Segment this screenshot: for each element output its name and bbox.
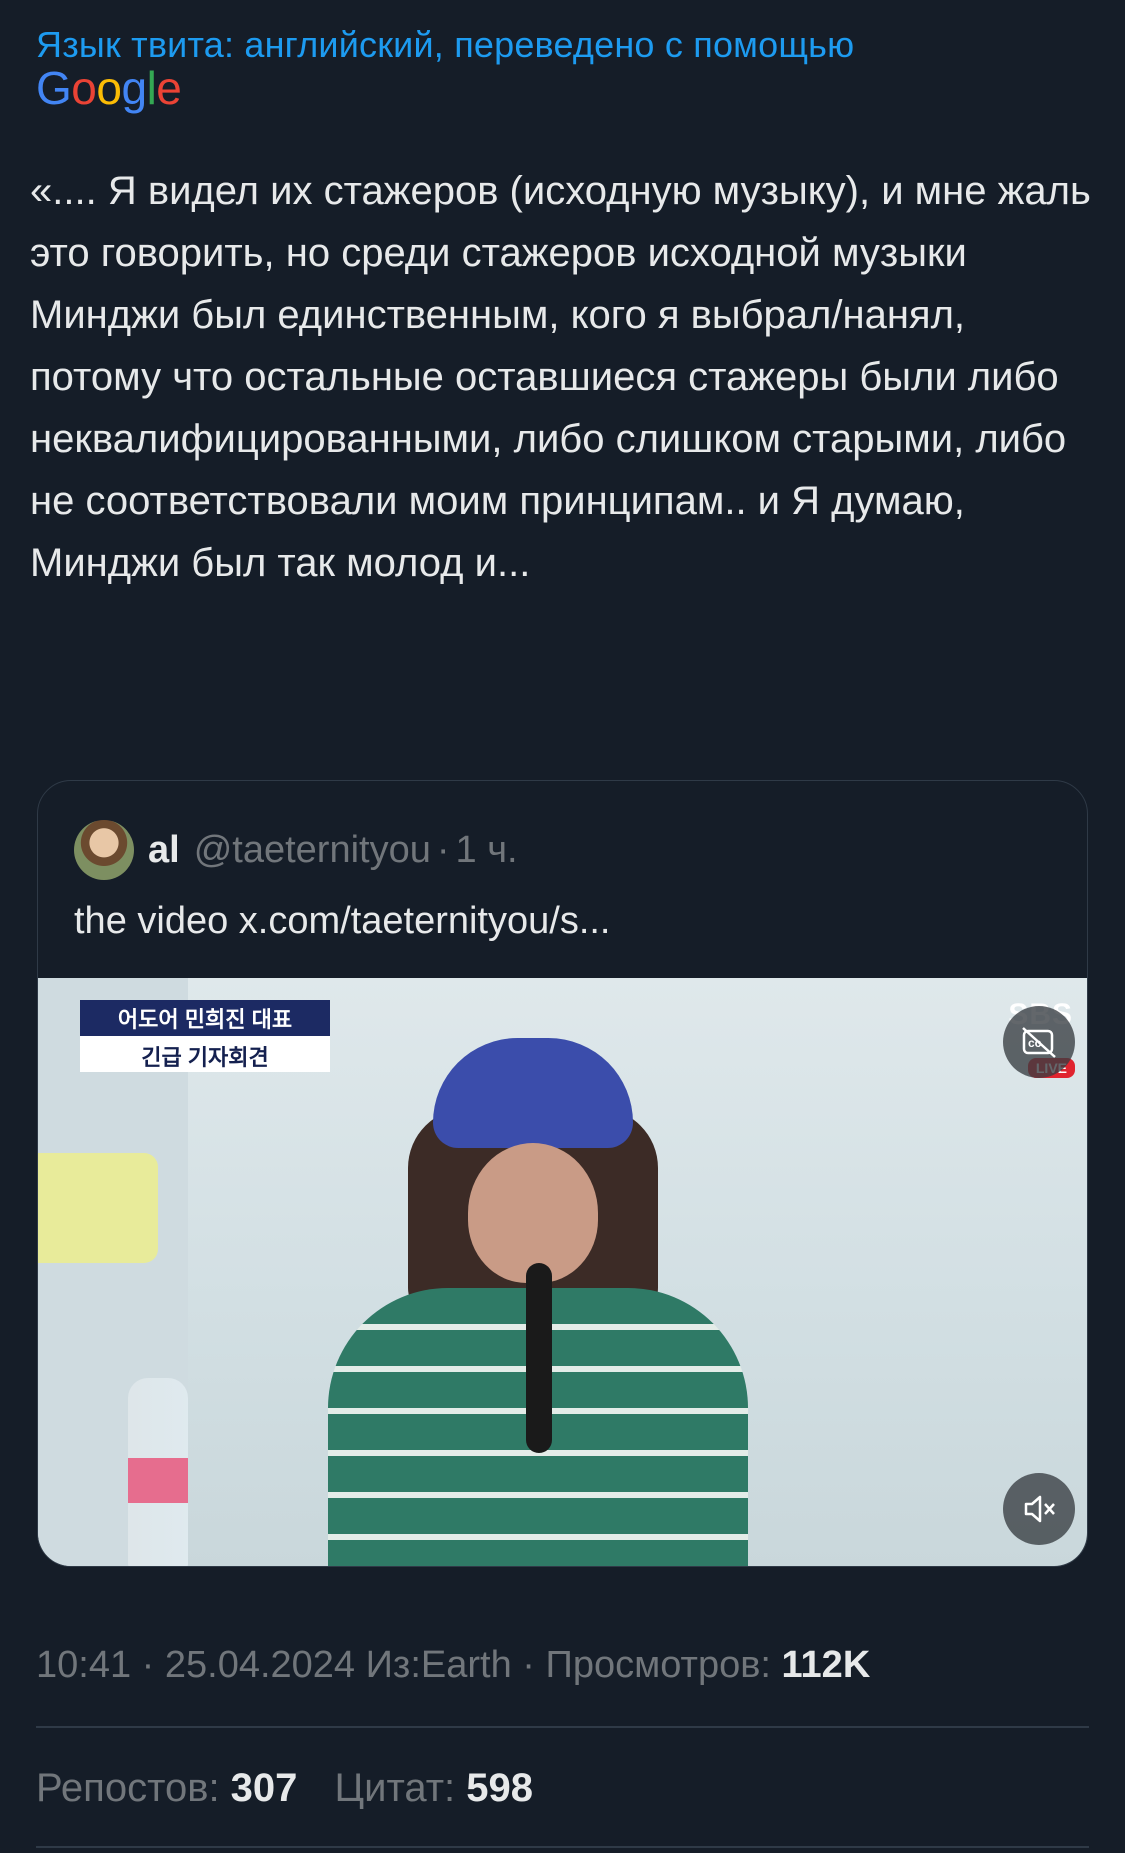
meta-separator: ·: [131, 1644, 165, 1686]
google-logo: Google: [36, 62, 182, 114]
tweet-source: Из:Earth: [355, 1644, 512, 1686]
quoted-author-handle[interactable]: @taeternityou: [194, 829, 431, 872]
tweet-text: «.... Я видел их стажеров (исходную музы…: [30, 169, 1091, 585]
quoted-author-name[interactable]: al: [148, 829, 180, 872]
quoted-author-avatar[interactable]: [74, 820, 134, 880]
views-label: Просмотров:: [545, 1644, 782, 1686]
speaker-cap: [433, 1038, 633, 1148]
reposts-label: Репостов:: [36, 1766, 231, 1810]
microphone: [526, 1263, 552, 1453]
divider: [36, 1846, 1089, 1848]
closed-captions-off-icon: cc: [1022, 1027, 1056, 1058]
tweet-metadata: 10:41 · 25.04.2024 Из:Earth · Просмотров…: [36, 1640, 870, 1690]
divider: [36, 1726, 1089, 1728]
broadcast-caption-title: 어도어 민희진 대표: [117, 1007, 293, 1032]
quotes-count: 598: [466, 1766, 534, 1810]
quoted-tweet-card[interactable]: al @taeternityou · 1 ч. the video x.com/…: [37, 780, 1088, 1567]
tweet-time[interactable]: 10:41: [36, 1644, 131, 1686]
translation-notice: Язык твита: английский, переведено с пом…: [36, 22, 1076, 114]
captions-button[interactable]: cc: [1003, 1006, 1075, 1078]
quotes-label: Цитат:: [334, 1766, 467, 1810]
speaker-face: [468, 1143, 598, 1283]
broadcast-caption: 어도어 민희진 대표 긴급 기자회견: [80, 1000, 330, 1072]
quoted-tweet-text[interactable]: the video x.com/taeternityou/s...: [74, 896, 611, 946]
tweet-date[interactable]: 25.04.2024: [165, 1644, 355, 1686]
muted-speaker-icon: [1024, 1495, 1055, 1523]
quoted-tweet-time: 1 ч.: [455, 828, 518, 871]
quoted-tweet-header: al @taeternityou · 1 ч.: [74, 819, 518, 881]
views-count[interactable]: 112K: [782, 1644, 871, 1686]
quotes-stat[interactable]: Цитат: 598: [335, 1766, 533, 1810]
video-player[interactable]: 어도어 민희진 대표 긴급 기자회견 SBS LIVE cc: [38, 978, 1087, 1566]
video-speaker-figure: [328, 1038, 768, 1566]
broadcast-caption-subtitle: 긴급 기자회견: [141, 1045, 269, 1070]
reposts-count: 307: [230, 1766, 298, 1810]
header-separator: ·: [436, 828, 450, 871]
meta-separator: ·: [511, 1644, 546, 1686]
reposts-stat[interactable]: Репостов: 307: [36, 1766, 297, 1810]
mute-toggle-button[interactable]: [1003, 1473, 1075, 1545]
tweet-stats: Репостов: 307 Цитат: 598: [36, 1762, 559, 1814]
tweet-detail-page: Язык твита: английский, переведено с пом…: [0, 0, 1125, 1853]
water-bottle-label: [128, 1458, 188, 1503]
video-background-sign: [38, 1153, 158, 1263]
